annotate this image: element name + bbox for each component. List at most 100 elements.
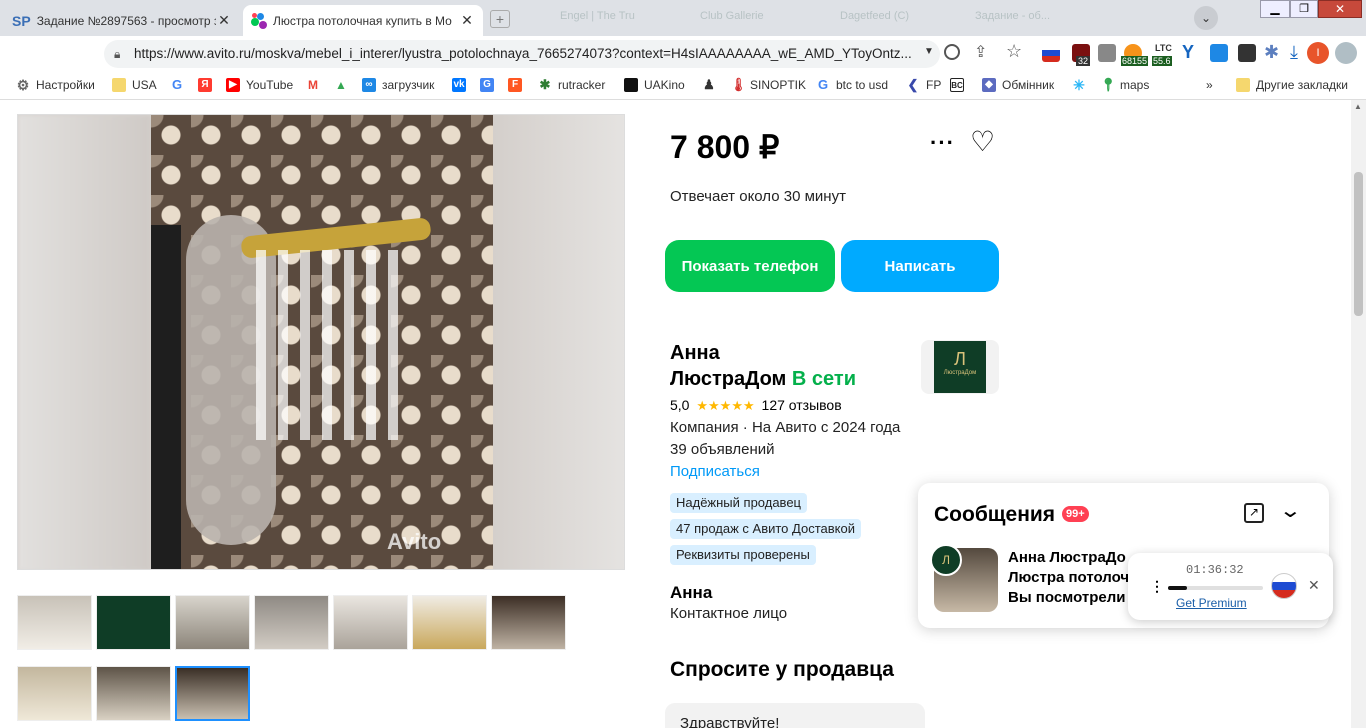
briefcase-icon[interactable] bbox=[1098, 44, 1116, 62]
thumbnail[interactable] bbox=[412, 595, 487, 650]
subscribe-link[interactable]: Подписаться bbox=[670, 463, 760, 480]
bookmark-fp[interactable]: ❮ FP bbox=[906, 77, 942, 93]
messages-title[interactable]: Сообщения bbox=[934, 503, 1055, 527]
main-photo[interactable]: Avito bbox=[17, 114, 625, 570]
bookmark-rutracker[interactable]: ✱ rutracker bbox=[538, 78, 606, 93]
russia-flag-icon[interactable] bbox=[1271, 573, 1297, 599]
reviews-link[interactable]: 127 отзывов bbox=[762, 397, 842, 413]
uakino-icon bbox=[624, 78, 638, 92]
bookmark-star[interactable]: ✳ bbox=[1072, 78, 1092, 92]
chat-item-name[interactable]: Анна ЛюстраДо bbox=[1008, 549, 1126, 566]
address-bar[interactable]: 🔒︎ https://www.avito.ru/moskva/mebel_i_i… bbox=[104, 40, 940, 68]
bookmark-settings[interactable]: ⚙ Настройки bbox=[16, 78, 95, 92]
bookmark-f[interactable]: F bbox=[508, 78, 528, 92]
bookmark-google[interactable]: G bbox=[170, 78, 190, 92]
get-premium-link[interactable]: Get Premium bbox=[1176, 596, 1247, 610]
tab-task[interactable]: SP Задание №2897563 - просмотр з ✕ bbox=[4, 5, 240, 36]
bookmark-gmail[interactable]: M bbox=[306, 78, 326, 92]
seller-ads-count[interactable]: 39 объявлений bbox=[670, 441, 775, 458]
badge-delivery: 47 продаж с Авито Доставкой bbox=[670, 519, 861, 539]
tab-avito[interactable]: Люстра потолочная купить в Мо ✕ bbox=[243, 5, 483, 36]
close-tab-icon[interactable]: ✕ bbox=[216, 12, 232, 29]
bookmark-usa[interactable]: USA bbox=[112, 78, 157, 92]
ghost-tab: Dagetfeed (C) bbox=[840, 10, 910, 22]
ghost-tab: Engel | The Tru bbox=[560, 10, 635, 22]
profile-avatar[interactable]: I bbox=[1307, 42, 1329, 64]
seller-logo-mark: Л ЛюстраДом bbox=[934, 341, 986, 393]
thumbnail[interactable] bbox=[333, 595, 408, 650]
collapse-chevron-icon[interactable]: ⌄ bbox=[1279, 501, 1302, 521]
thumbnail[interactable] bbox=[175, 595, 250, 650]
gmail-icon: M bbox=[308, 78, 318, 92]
bookmark-yandex[interactable]: Я bbox=[198, 78, 218, 92]
fp-icon: ❮ bbox=[907, 77, 919, 92]
bookmark-youtube[interactable]: ▶ YouTube bbox=[226, 78, 293, 92]
btc-value: 68155 bbox=[1121, 56, 1149, 66]
f-icon: F bbox=[508, 78, 522, 92]
open-external-icon[interactable]: ↗ bbox=[1244, 503, 1264, 523]
rating-value: 5,0 bbox=[670, 397, 690, 413]
thumbnail[interactable] bbox=[17, 595, 92, 650]
exchange-icon: ◆ bbox=[982, 78, 996, 92]
puzzle-icon[interactable]: ✱ bbox=[1264, 42, 1279, 63]
thumbnail[interactable] bbox=[96, 595, 171, 650]
more-options-icon[interactable]: ··· bbox=[930, 130, 955, 156]
bookmark-vk[interactable]: vk bbox=[452, 78, 472, 92]
share-icon[interactable]: ⇪ bbox=[974, 42, 987, 62]
player-progress-track[interactable] bbox=[1168, 586, 1263, 590]
bookmark-other[interactable]: Другие закладки bbox=[1236, 78, 1348, 92]
thumbnail[interactable] bbox=[254, 595, 329, 650]
scroll-up-icon[interactable]: ▲ bbox=[1354, 102, 1362, 111]
close-window-icon[interactable]: ✕ bbox=[1318, 0, 1362, 18]
bookmark-uakino[interactable]: UAKino bbox=[624, 78, 685, 92]
bookmark-star-icon[interactable]: ☆ bbox=[1006, 41, 1022, 62]
youtube-icon: ▶ bbox=[226, 78, 240, 92]
browser-tab-bar: SP Задание №2897563 - просмотр з ✕ Люстр… bbox=[0, 0, 1366, 36]
radiator bbox=[151, 225, 181, 569]
block-icon[interactable] bbox=[944, 44, 960, 60]
account-icon[interactable] bbox=[1335, 42, 1357, 64]
url-dropdown-icon[interactable]: ▼ bbox=[924, 46, 934, 57]
player-menu-icon[interactable]: ⋮ bbox=[1150, 578, 1164, 595]
page-scrollbar[interactable]: ▲ bbox=[1351, 100, 1366, 728]
seller-company[interactable]: ЛюстраДом bbox=[670, 368, 786, 390]
bookmark-drive[interactable]: ▲ bbox=[334, 78, 354, 92]
close-icon[interactable]: ✕ bbox=[1308, 577, 1320, 594]
minimize-icon[interactable]: ▁ bbox=[1260, 0, 1290, 18]
photo-wall: Avito bbox=[151, 115, 493, 569]
bookmark-bc[interactable]: BC bbox=[950, 78, 970, 92]
favorite-heart-icon[interactable]: ♡ bbox=[970, 128, 995, 156]
media-extension-icon[interactable] bbox=[1238, 44, 1256, 62]
bookmark-downloader[interactable]: ∞ загрузчик bbox=[362, 78, 434, 92]
ask-message-chip[interactable]: Здравствуйте! bbox=[665, 703, 925, 728]
bookmark-sinoptik[interactable]: 🌡︎ SINOPTIK bbox=[730, 78, 806, 93]
write-button[interactable]: Написать bbox=[841, 240, 999, 292]
russia-flag-icon[interactable] bbox=[1042, 44, 1060, 62]
show-phone-button[interactable]: Показать телефон bbox=[665, 240, 835, 292]
google-icon: G bbox=[171, 77, 183, 92]
seller-name[interactable]: Анна bbox=[670, 342, 720, 365]
tab-search-chevron-icon[interactable]: ⌄ bbox=[1194, 6, 1218, 30]
bookmarks-more[interactable]: » bbox=[1206, 78, 1213, 92]
scrollbar-thumb[interactable] bbox=[1354, 172, 1363, 316]
restore-icon[interactable]: ❐ bbox=[1290, 0, 1318, 18]
thumbnail[interactable] bbox=[96, 666, 171, 721]
ask-seller-title: Спросите у продавца bbox=[670, 658, 894, 681]
bookmark-maps[interactable]: 📍︎ maps bbox=[1100, 78, 1149, 93]
seller-logo[interactable]: Л ЛюстраДом bbox=[921, 340, 999, 394]
figure-icon: ♟ bbox=[703, 77, 715, 92]
google-icon: G bbox=[817, 77, 829, 92]
close-tab-icon[interactable]: ✕ bbox=[459, 12, 475, 29]
v-extension-icon[interactable]: Y bbox=[1182, 42, 1194, 63]
new-tab-button[interactable]: + bbox=[490, 10, 510, 28]
download-extension-icon[interactable] bbox=[1210, 44, 1228, 62]
bookmark-figure[interactable]: ♟ bbox=[702, 78, 722, 92]
thumbnail[interactable] bbox=[17, 666, 92, 721]
thumbnail-selected[interactable] bbox=[175, 666, 250, 721]
downloads-icon[interactable]: ⤓ bbox=[1290, 42, 1298, 63]
thumbnail[interactable] bbox=[491, 595, 566, 650]
player-progress-fill bbox=[1168, 586, 1187, 590]
bookmark-btc[interactable]: Gbtc to usd bbox=[816, 77, 888, 93]
bookmark-exchange[interactable]: ◆ Обмінник bbox=[982, 78, 1054, 92]
bookmark-translate[interactable]: G bbox=[480, 78, 500, 92]
